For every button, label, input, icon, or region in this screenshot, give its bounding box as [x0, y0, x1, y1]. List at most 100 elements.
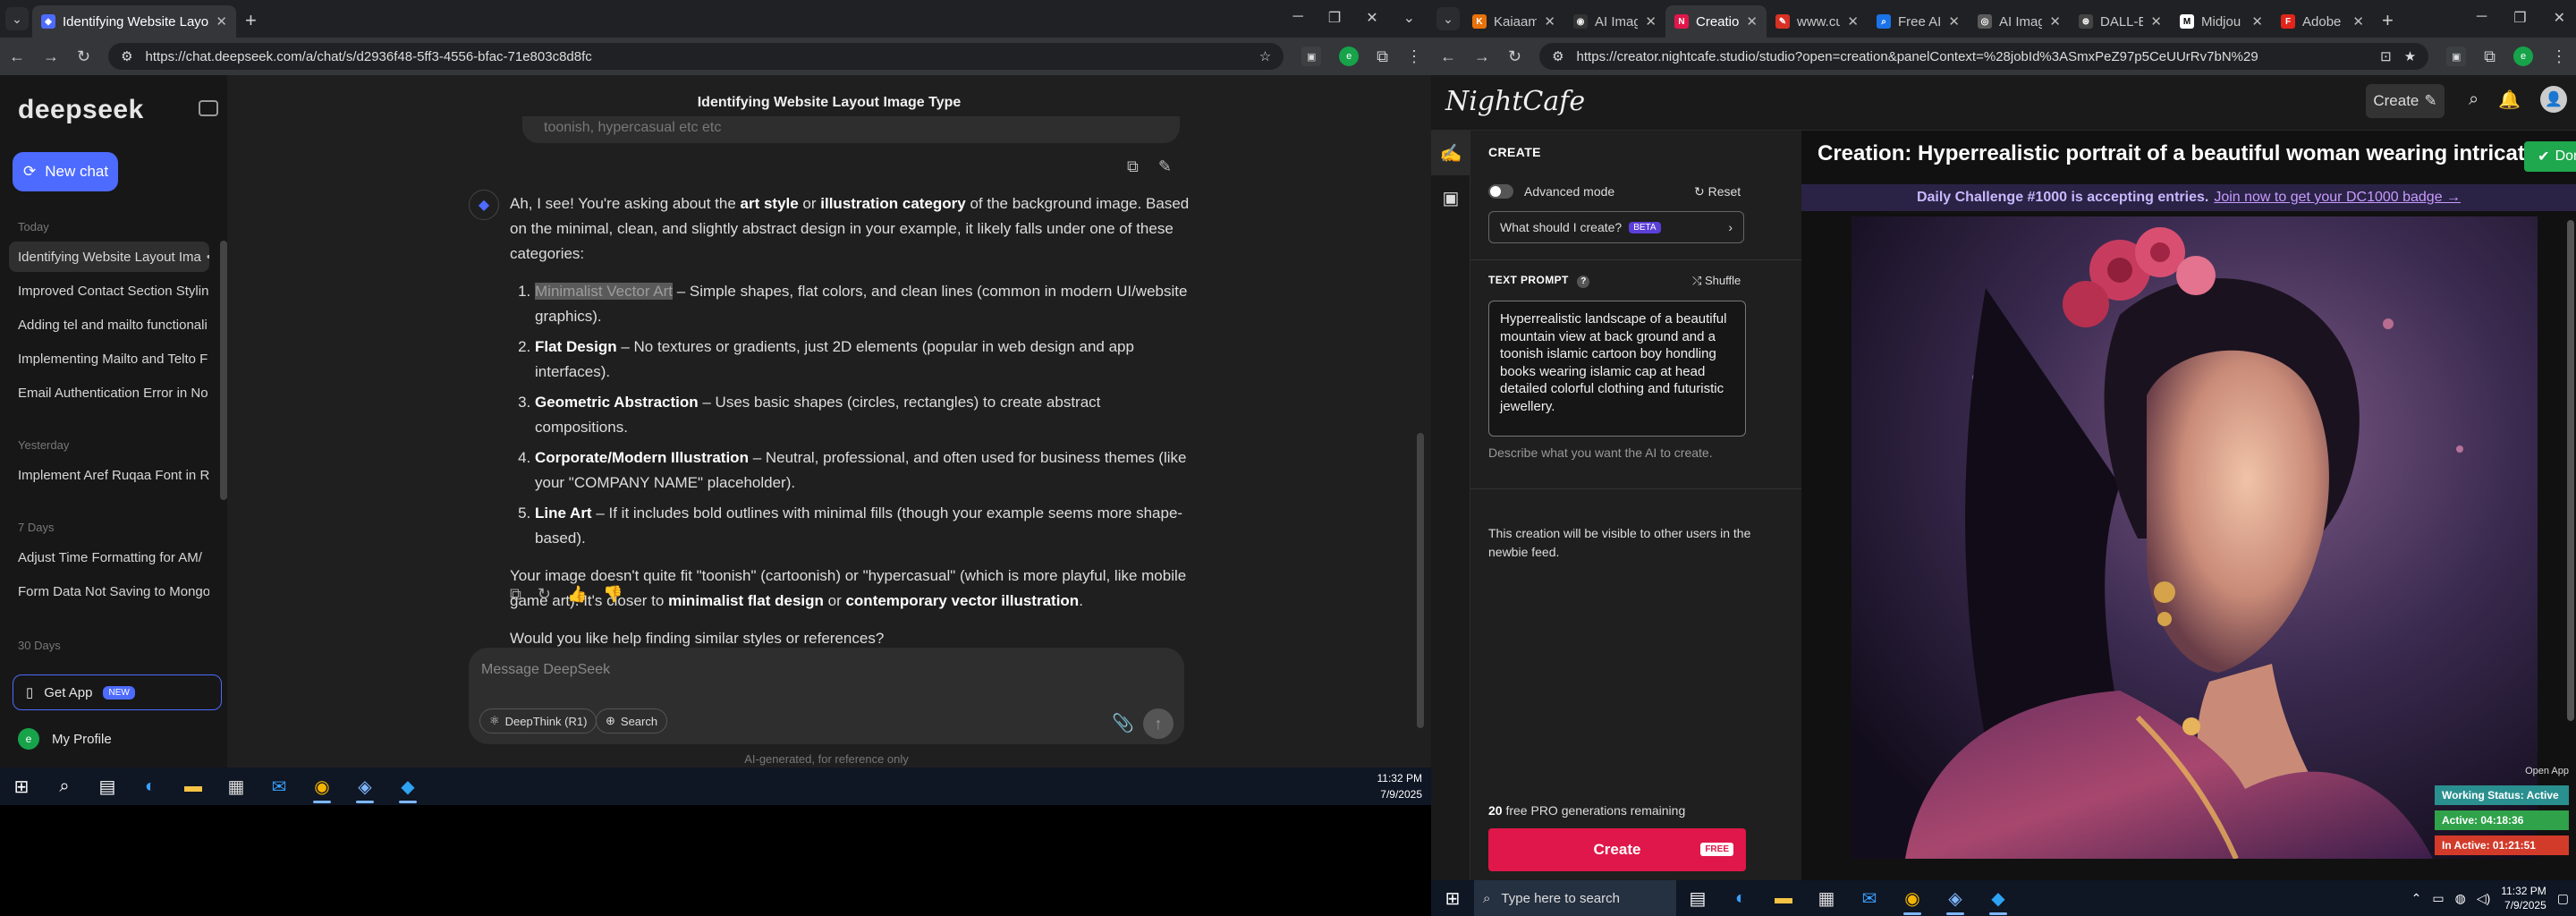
tab-www[interactable]: ✎ www.cu ✕ — [1767, 5, 1868, 38]
chat-scrollbar[interactable] — [1417, 433, 1424, 728]
forward-icon[interactable]: → — [43, 47, 59, 66]
done-button[interactable]: ✔Done — [2524, 141, 2576, 172]
menu-kebab-icon[interactable]: ⋮ — [2551, 47, 2567, 66]
new-tab-button[interactable]: + — [245, 9, 257, 32]
forward-icon[interactable]: → — [1474, 47, 1490, 66]
tab-dalle[interactable]: ⊛ DALL-E ✕ — [2070, 5, 2171, 38]
close-tab-icon[interactable]: ✕ — [2049, 13, 2061, 30]
create-button[interactable]: Create FREE — [1488, 828, 1746, 871]
copy-icon[interactable]: ⧉ — [510, 585, 521, 604]
menu-kebab-icon[interactable]: ⋮ — [1406, 47, 1422, 66]
chat-history-item[interactable]: Form Data Not Saving to Mongo — [9, 576, 209, 606]
close-tab-icon[interactable]: ✕ — [1847, 13, 1859, 30]
system-clock[interactable]: 11:32 PM 7/9/2025 — [1377, 770, 1431, 802]
close-tab-icon[interactable]: ✕ — [2150, 13, 2162, 30]
message-input[interactable]: Message DeepSeek — [481, 662, 610, 678]
chat-history-item[interactable]: Improved Contact Section Styling — [9, 276, 209, 306]
edit-icon[interactable]: ✎ — [1158, 157, 1172, 176]
extension-icon[interactable]: ▣ — [2446, 47, 2467, 66]
maximize-icon[interactable]: ❐ — [1328, 9, 1341, 27]
close-tab-icon[interactable]: ✕ — [1544, 13, 1555, 30]
reload-icon[interactable]: ↻ — [77, 47, 90, 66]
shuffle-button[interactable]: ⤭ Shuffle — [1692, 274, 1741, 288]
tab-nightcafe-creation[interactable]: NCreation✕ — [1665, 5, 1767, 38]
edge-icon[interactable]: ◐ — [129, 768, 172, 805]
open-app-link[interactable]: Open App — [2435, 766, 2569, 776]
thumbs-down-icon[interactable]: 👎 — [603, 585, 623, 604]
vscode-alt-icon[interactable]: ◈ — [343, 768, 386, 805]
nightcafe-logo[interactable]: NightCafe — [1445, 86, 1585, 117]
close-window-icon[interactable]: ✕ — [2554, 9, 2565, 27]
join-challenge-link[interactable]: Join now to get your DC1000 badge → — [2214, 190, 2461, 206]
site-info-icon[interactable]: ⚙ — [121, 48, 132, 64]
close-tab-icon[interactable]: ✕ — [1746, 13, 1758, 30]
mail-icon[interactable]: ✉ — [258, 768, 301, 805]
mail-icon[interactable]: ✉ — [1848, 879, 1891, 916]
viewer-scrollbar[interactable] — [2567, 220, 2574, 721]
file-explorer-icon[interactable]: ▬ — [1762, 879, 1805, 916]
minimize-icon[interactable]: ─ — [1293, 9, 1303, 27]
advanced-mode-toggle[interactable] — [1488, 184, 1513, 199]
tab-midjourney[interactable]: M Midjou ✕ — [2171, 5, 2272, 38]
close-tab-icon[interactable]: ✕ — [1645, 13, 1657, 30]
thumbs-up-icon[interactable]: 👍 — [567, 585, 587, 604]
close-tab-icon[interactable]: ✕ — [216, 13, 227, 30]
windows-start-icon[interactable]: ⊞ — [1431, 879, 1474, 916]
back-icon[interactable]: ← — [1440, 47, 1456, 66]
search-icon[interactable]: ⌕ — [43, 768, 86, 805]
copy-icon[interactable]: ⧉ — [1127, 157, 1139, 176]
vscode-icon[interactable]: ◆ — [1977, 879, 2020, 916]
chat-history-item[interactable]: Adding tel and mailto functionali — [9, 310, 209, 340]
what-should-i-create-button[interactable]: What should I create? BETA › — [1488, 211, 1744, 243]
chat-history-item[interactable]: Implementing Mailto and Telto F — [9, 344, 209, 374]
tray-chevron-icon[interactable]: ⌃ — [2411, 891, 2422, 906]
extensions-puzzle-icon[interactable]: ⧉ — [1377, 47, 1388, 66]
tab-search-chevron-icon[interactable]: ⌄ — [1436, 7, 1460, 30]
file-explorer-icon[interactable]: ▬ — [172, 768, 215, 805]
message-composer[interactable]: Message DeepSeek ⚛ DeepThink (R1) ⊕ Search… — [469, 648, 1184, 744]
address-bar[interactable]: ⚙ https://chat.deepseek.com/a/chat/s/d29… — [108, 43, 1284, 70]
task-view-icon[interactable]: ▤ — [86, 768, 129, 805]
my-profile-button[interactable]: e My Profile — [18, 728, 112, 750]
search-toggle[interactable]: ⊕ Search — [596, 708, 668, 734]
close-window-icon[interactable]: ✕ — [1366, 9, 1377, 27]
collapse-sidebar-icon[interactable] — [199, 100, 218, 116]
system-clock[interactable]: 11:32 PM 7/9/2025 — [2501, 884, 2546, 912]
gallery-icon[interactable]: ▣ — [1431, 175, 1470, 220]
extension-icon[interactable]: ▣ — [1301, 47, 1322, 66]
chrome-icon[interactable]: ◉ — [301, 768, 343, 805]
close-tab-icon[interactable]: ✕ — [1948, 13, 1960, 30]
tab-ai-image-2[interactable]: ◎ AI Imag ✕ — [1969, 5, 2070, 38]
extensions-puzzle-icon[interactable]: ⧉ — [2484, 47, 2496, 66]
vscode-icon[interactable]: ◆ — [386, 768, 429, 805]
chat-history-item[interactable]: Adjust Time Formatting for AM/ — [9, 542, 209, 572]
profile-avatar[interactable]: e — [1339, 47, 1360, 66]
tab-deepseek[interactable]: ◆ Identifying Website Layout Ima ✕ — [32, 5, 236, 38]
network-icon[interactable]: ◍ — [2455, 891, 2466, 906]
tab-free-ai[interactable]: ⌕ Free AI ✕ — [1868, 5, 1969, 38]
battery-icon[interactable]: ▭ — [2432, 891, 2444, 906]
new-chat-button[interactable]: ⟳ New chat — [13, 152, 118, 191]
vscode-alt-icon[interactable]: ◈ — [1934, 879, 1977, 916]
chat-history-item[interactable]: Implement Aref Ruqaa Font in Re — [9, 460, 209, 490]
taskbar-search-input[interactable]: ⌕ Type here to search — [1474, 880, 1676, 916]
new-tab-button[interactable]: + — [2382, 9, 2394, 32]
create-menu-button[interactable]: Create ✎ — [2366, 84, 2445, 118]
help-icon[interactable]: ? — [1577, 276, 1590, 288]
close-tab-icon[interactable]: ✕ — [2352, 13, 2364, 30]
reload-icon[interactable]: ↻ — [1508, 47, 1521, 66]
prompt-textarea[interactable]: Hyperrealistic landscape of a beautiful … — [1488, 301, 1746, 437]
notification-icon[interactable]: ▢ — [2557, 891, 2569, 906]
get-app-button[interactable]: ▯ Get App NEW — [13, 674, 222, 710]
deepthink-toggle[interactable]: ⚛ DeepThink (R1) — [479, 708, 597, 734]
search-icon[interactable]: ⌕ — [2469, 89, 2479, 110]
tab-ai-image[interactable]: ◉ AI Imag ✕ — [1564, 5, 1665, 38]
tab-kaiaams[interactable]: KKaiaams✕ — [1463, 5, 1564, 38]
windows-start-icon[interactable]: ⊞ — [0, 768, 43, 805]
send-button[interactable]: ↑ — [1143, 708, 1174, 739]
chat-options-icon[interactable]: ••• — [201, 250, 209, 265]
maximize-icon[interactable]: ❐ — [2513, 9, 2526, 27]
reset-button[interactable]: ↻ Reset — [1694, 184, 1741, 199]
bookmark-star-icon[interactable]: ☆ — [1259, 48, 1271, 64]
extra-tabs-chevron-icon[interactable]: ⌄ — [1403, 9, 1415, 27]
